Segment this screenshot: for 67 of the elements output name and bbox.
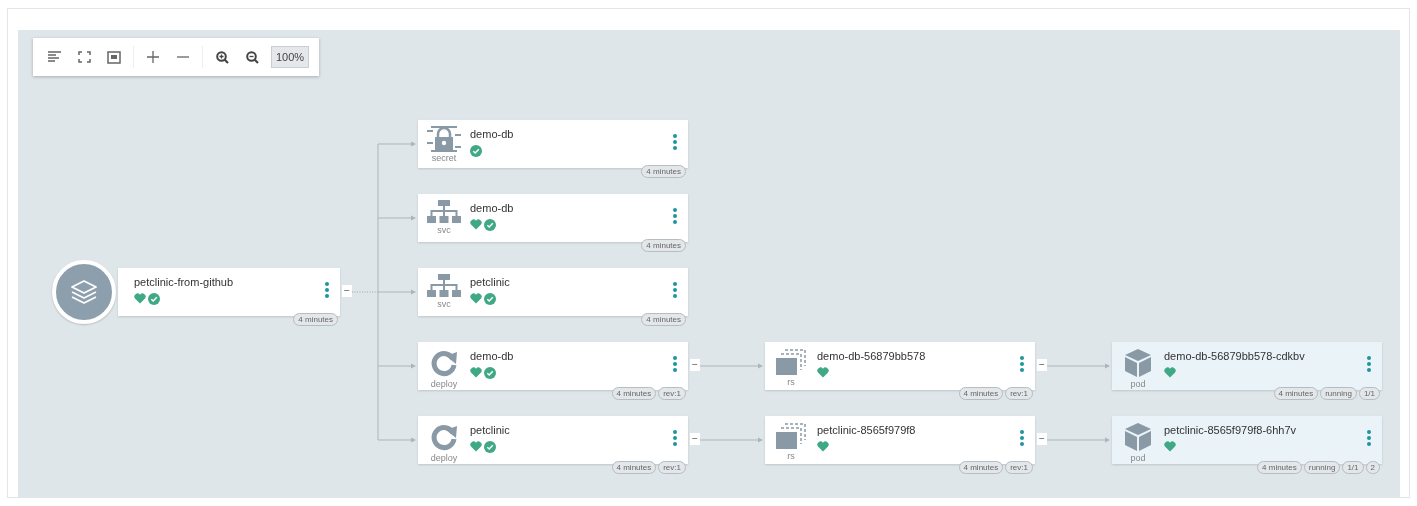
- resource-name: demo-db: [470, 350, 515, 362]
- resource-node-card[interactable]: deploy petclinic: [418, 416, 688, 464]
- collapse-toggle[interactable]: −: [690, 359, 700, 371]
- resource-type-label: deploy: [430, 379, 458, 389]
- info-badge: 4 minutes: [641, 313, 686, 326]
- info-badge: 4 minutes: [641, 239, 686, 252]
- resource-type-label: svc: [437, 299, 451, 309]
- network-icon: [427, 274, 461, 298]
- resource-node-card[interactable]: rs petclinic-8565f979f8: [765, 416, 1035, 464]
- resource-type-label: rs: [787, 451, 795, 461]
- resource-name: petclinic: [470, 424, 511, 436]
- resource-name: petclinic-from-github: [134, 276, 235, 288]
- info-badge: 4 minutes: [958, 387, 1004, 400]
- info-badge: 4 minutes: [293, 313, 338, 326]
- resource-name: petclinic: [470, 276, 511, 288]
- connector-arrow: [699, 363, 763, 369]
- info-badge: 1/1: [1342, 461, 1364, 474]
- resource-type-label: pod: [1130, 453, 1146, 463]
- info-badge: 4 minutes: [641, 165, 686, 178]
- collapse-toggle[interactable]: −: [1037, 433, 1047, 445]
- resource-type-label: svc: [437, 225, 451, 235]
- info-badge: 4 minutes: [1273, 387, 1319, 400]
- connector-arrow: [699, 437, 763, 443]
- resource-node-card[interactable]: rs demo-db-56879bb578: [765, 342, 1035, 390]
- info-badge: rev:1: [658, 461, 686, 474]
- lock-icon: [427, 126, 461, 152]
- resource-name: petclinic-8565f979f8-6hh7v: [1164, 424, 1298, 436]
- stacked-squares-icon: [775, 422, 807, 450]
- resource-node-card[interactable]: pod petclinic-8565f979f8-6hh7v: [1112, 416, 1382, 464]
- resource-name: demo-db-56879bb578-cdkbv: [1164, 350, 1306, 362]
- resource-name: demo-db: [470, 128, 515, 140]
- info-badge: 4 minutes: [611, 461, 657, 474]
- resource-type-label: pod: [1130, 379, 1146, 389]
- info-badge: rev:1: [1005, 387, 1033, 400]
- resource-name: demo-db: [470, 202, 515, 214]
- info-badge: rev:1: [658, 387, 686, 400]
- cube-icon: [1124, 422, 1152, 452]
- zoom-level-indicator[interactable]: 100%: [271, 46, 310, 68]
- resource-node-card[interactable]: petclinic-from-github: [118, 268, 340, 316]
- resource-type-label: deploy: [430, 453, 458, 463]
- resource-name: petclinic-8565f979f8: [817, 424, 917, 436]
- resource-node-card[interactable]: deploy demo-db: [418, 342, 688, 390]
- stacked-squares-icon: [775, 348, 807, 376]
- info-badge: 4 minutes: [1257, 461, 1302, 474]
- info-badge: 4 minutes: [611, 387, 657, 400]
- resource-type-label: rs: [787, 377, 795, 387]
- collapse-toggle[interactable]: −: [690, 433, 700, 445]
- info-badge: running: [1303, 461, 1341, 474]
- info-badge: rev:1: [1005, 461, 1033, 474]
- resource-type-label: secret: [431, 153, 457, 163]
- info-badge: 4 minutes: [958, 461, 1004, 474]
- collapse-toggle[interactable]: −: [342, 285, 352, 297]
- connector-arrow: [1046, 437, 1110, 443]
- circular-arrow-icon: [429, 422, 459, 452]
- connector-arrow: [1046, 363, 1110, 369]
- circular-arrow-icon: [429, 348, 459, 378]
- cube-icon: [1124, 348, 1152, 378]
- resource-node-card[interactable]: secret demo-db: [418, 120, 688, 168]
- layers-avatar-icon: [52, 260, 116, 324]
- resource-node-card[interactable]: pod demo-db-56879bb578-cdkbv: [1112, 342, 1382, 390]
- info-badge: running: [1320, 387, 1357, 400]
- resource-node-card[interactable]: svc petclinic: [418, 268, 688, 316]
- collapse-toggle[interactable]: −: [1037, 359, 1047, 371]
- info-badge: 1/1: [1358, 387, 1380, 400]
- resource-name: demo-db-56879bb578: [817, 350, 927, 362]
- network-icon: [427, 200, 461, 224]
- resource-node-card[interactable]: svc demo-db: [418, 194, 688, 242]
